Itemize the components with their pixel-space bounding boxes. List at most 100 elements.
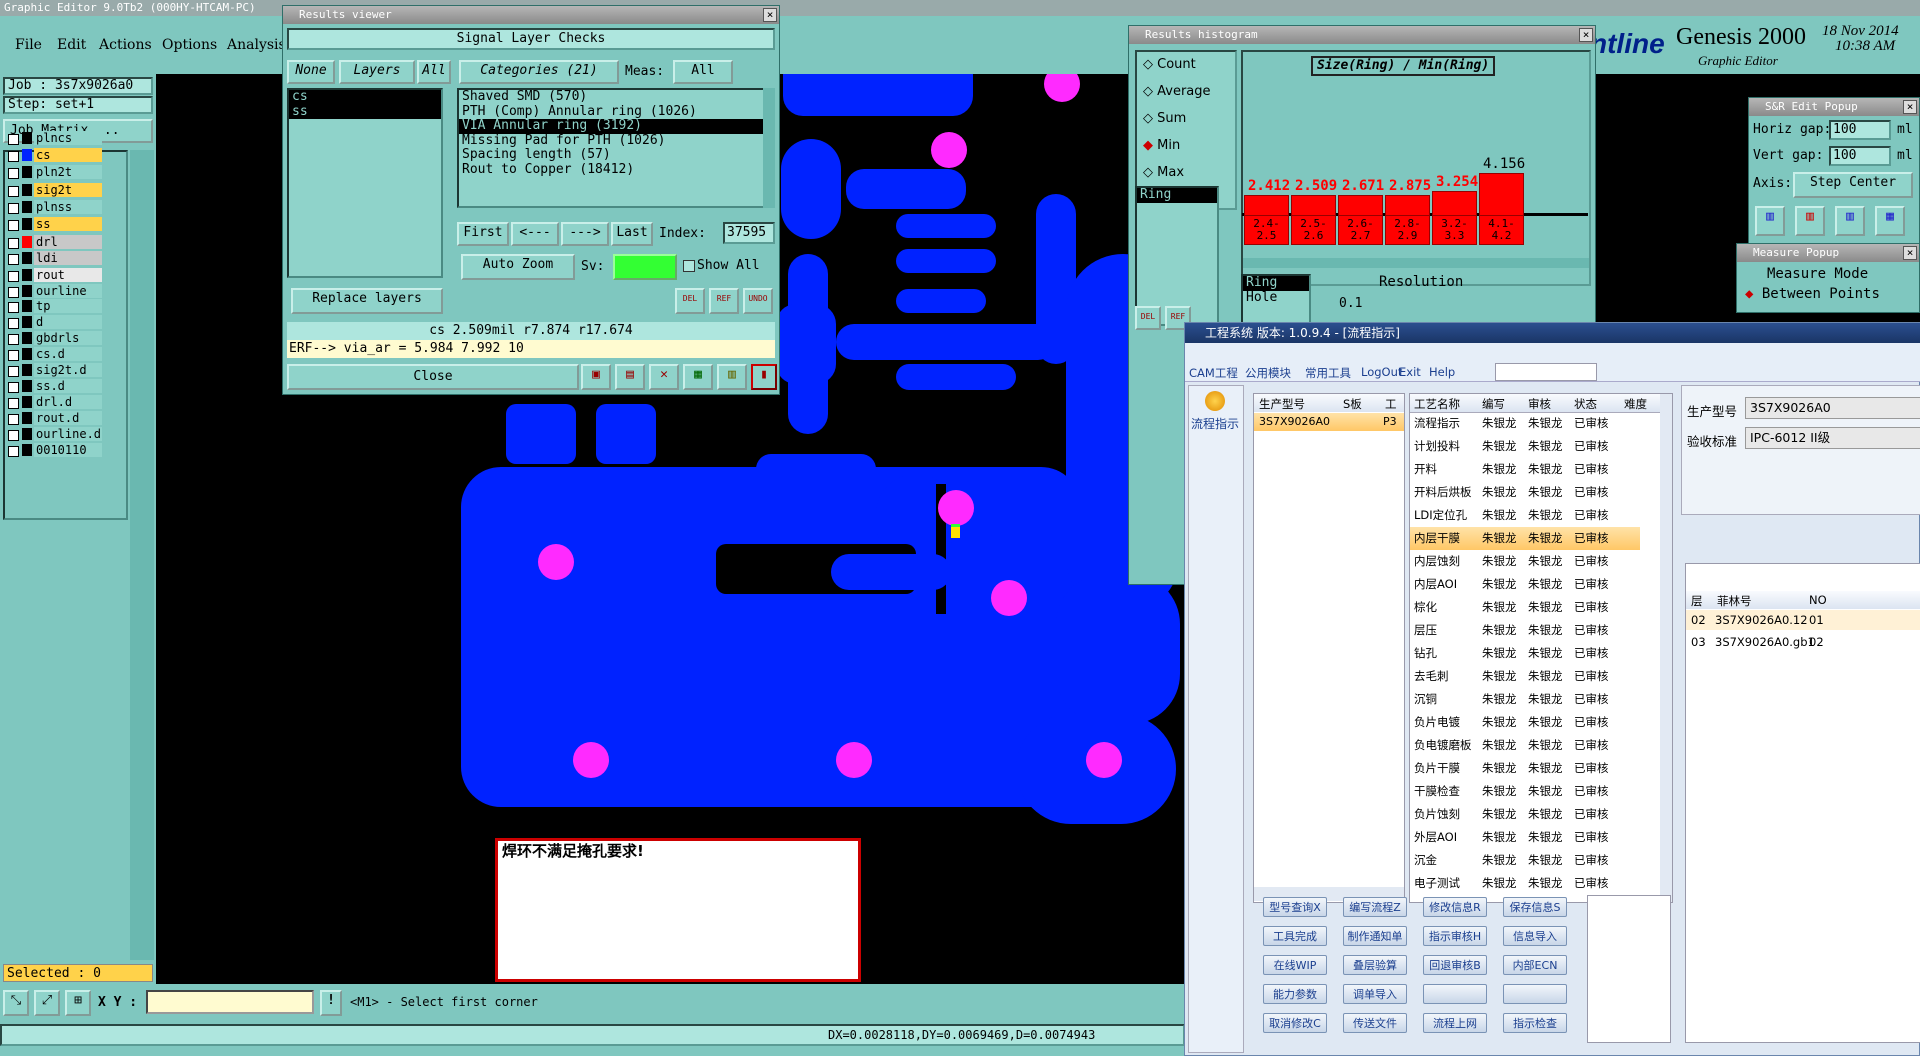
cn-menu-item[interactable]: 公用模块 — [1245, 365, 1291, 381]
layer-color-swatch[interactable] — [22, 252, 32, 264]
prev-button[interactable]: <--- — [511, 222, 559, 246]
layer-color-swatch[interactable] — [22, 184, 32, 196]
list-item[interactable]: Ring — [1243, 276, 1309, 291]
layer-row-ourline.d[interactable]: ourline.d — [6, 427, 102, 442]
sv-color-select[interactable] — [613, 254, 677, 280]
layer-color-swatch[interactable] — [22, 236, 32, 248]
close-icon[interactable]: × — [1903, 246, 1917, 260]
layer-checkbox[interactable] — [8, 302, 19, 313]
menu-options[interactable]: Options — [162, 37, 217, 53]
table-row[interactable]: 负电镀磨板 朱银龙 朱银龙 已审核 — [1410, 734, 1640, 757]
layer-checkbox[interactable] — [8, 287, 19, 298]
layer-color-swatch[interactable] — [22, 218, 32, 230]
layer-checkbox[interactable] — [8, 446, 19, 457]
measure-title-bar[interactable]: Measure Popup × — [1737, 244, 1919, 262]
histogram-title-bar[interactable]: Results histogram × — [1129, 26, 1595, 44]
menu-analysis[interactable]: Analysis — [227, 37, 286, 53]
layer-color-swatch[interactable] — [22, 316, 32, 328]
radio-count[interactable]: ◇ Count — [1143, 57, 1196, 72]
model-field[interactable]: 3S7X9026A0 — [1745, 397, 1920, 419]
layer-checkbox[interactable] — [8, 134, 19, 145]
histogram-icon[interactable]: ▮ — [751, 364, 777, 390]
list-item[interactable]: Missing Pad for PTH (1026) — [459, 133, 769, 149]
table-row[interactable]: 层压 朱银龙 朱银龙 已审核 — [1410, 619, 1640, 642]
table-row[interactable]: 外层AOI 朱银龙 朱银龙 已审核 — [1410, 826, 1640, 849]
table-row[interactable]: 负片干膜 朱银龙 朱银龙 已审核 — [1410, 757, 1640, 780]
layout-icon[interactable]: ▥ — [1795, 206, 1825, 236]
layer-row-pln2t[interactable]: pln2t — [6, 165, 102, 180]
categories-button[interactable]: Categories (21) — [459, 60, 619, 84]
layer-checkbox[interactable] — [8, 350, 19, 361]
layer-color-swatch[interactable] — [22, 348, 32, 360]
layer-row-plncs[interactable]: plncs — [6, 131, 102, 146]
list-item[interactable]: ss — [289, 104, 441, 119]
grid-icon[interactable]: ⊞ — [65, 990, 91, 1016]
del-button[interactable]: DEL — [675, 288, 705, 314]
none-button[interactable]: None — [287, 60, 335, 84]
layer-checkbox[interactable] — [8, 366, 19, 377]
cn-menu-item[interactable]: LogOut — [1361, 365, 1402, 379]
cn-menu-dropdown[interactable] — [1495, 363, 1597, 381]
cn-title-bar[interactable]: 工程系统 版本: 1.0.9.4 - [流程指示] — [1185, 323, 1920, 343]
first-button[interactable]: First — [457, 222, 509, 246]
list-item-selected[interactable]: VIA Annular ring (3192) — [459, 118, 769, 134]
cn-action-button[interactable]: 保存信息S — [1503, 897, 1567, 917]
cn-action-button[interactable]: 指示审核H — [1423, 926, 1487, 946]
cn-action-button[interactable]: 编写流程Z — [1343, 897, 1407, 917]
layer-checkbox[interactable] — [8, 220, 19, 231]
table-row[interactable]: 计划投料 朱银龙 朱银龙 已审核 — [1410, 435, 1640, 458]
layer-row-rout.d[interactable]: rout.d — [6, 411, 102, 426]
cn-action-button[interactable]: 指示检查 — [1503, 1013, 1567, 1033]
cn-action-button[interactable]: 型号查询X — [1263, 897, 1327, 917]
cn-action-button[interactable]: 内部ECN — [1503, 955, 1567, 975]
between-points-radio[interactable]: ◆ Between Points — [1745, 286, 1880, 302]
table-row[interactable]: 内层AOI 朱银龙 朱银龙 已审核 — [1410, 573, 1640, 596]
layout-icon[interactable]: ▥ — [1835, 206, 1865, 236]
cn-action-button[interactable]: 修改信息R — [1423, 897, 1487, 917]
layer-color-swatch[interactable] — [22, 396, 32, 408]
cn-action-button[interactable]: 工具完成 — [1263, 926, 1327, 946]
layer-checkbox[interactable] — [8, 271, 19, 282]
table-row[interactable]: 开料后烘板 朱银龙 朱银龙 已审核 — [1410, 481, 1640, 504]
table-row[interactable]: 干膜检查 朱银龙 朱银龙 已审核 — [1410, 780, 1640, 803]
layer-checkbox[interactable] — [8, 186, 19, 197]
layer-checkbox[interactable] — [8, 238, 19, 249]
layer-row-cs.d[interactable]: cs.d — [6, 347, 102, 362]
cn-action-button[interactable]: 在线WIP — [1263, 955, 1327, 975]
cn-action-button[interactable]: 信息导入 — [1503, 926, 1567, 946]
layer-checkbox[interactable] — [8, 254, 19, 265]
cn-action-button[interactable] — [1503, 984, 1567, 1004]
cn-action-button[interactable]: 能力参数 — [1263, 984, 1327, 1004]
hist-del-button[interactable]: DEL — [1135, 306, 1161, 330]
tool-icon[interactable]: ▣ — [581, 364, 611, 390]
layer-color-swatch[interactable] — [22, 428, 32, 440]
layer-row-ourline[interactable]: ourline — [6, 284, 102, 299]
layers-button[interactable]: Layers — [339, 60, 415, 84]
cn-action-button[interactable]: 取消修改C — [1263, 1013, 1327, 1033]
attribute-list[interactable]: Ring — [1135, 186, 1219, 326]
cn-action-button[interactable]: 流程上网 — [1423, 1013, 1487, 1033]
table-row[interactable]: 钻孔 朱银龙 朱银龙 已审核 — [1410, 642, 1640, 665]
cn-action-button[interactable]: 叠层验算 — [1343, 955, 1407, 975]
layer-row-d[interactable]: d — [6, 315, 102, 330]
table-row[interactable]: 去毛刺 朱银龙 朱银龙 已审核 — [1410, 665, 1640, 688]
layer-results-list[interactable]: cs ss — [287, 88, 443, 278]
table-row[interactable]: 流程指示 朱银龙 朱银龙 已审核 — [1410, 412, 1640, 435]
table-row[interactable]: 负片蚀刻 朱银龙 朱银龙 已审核 — [1410, 803, 1640, 826]
list-item[interactable]: Ring — [1137, 188, 1217, 203]
menu-edit[interactable]: Edit — [57, 37, 86, 53]
axis-select[interactable]: Step Center — [1793, 172, 1913, 198]
cn-menu-item[interactable]: CAM工程 — [1189, 365, 1238, 381]
resolution-value[interactable]: 0.1 — [1339, 296, 1362, 311]
layer-checkbox[interactable] — [8, 334, 19, 345]
replace-layers-select[interactable]: Replace layers — [291, 288, 443, 314]
tool-icon[interactable]: ▤ — [615, 364, 645, 390]
layer-row-ss[interactable]: ss — [6, 217, 102, 232]
list-item[interactable]: cs — [289, 90, 441, 105]
layer-row-cs[interactable]: cs — [6, 148, 102, 163]
layer-row-tp[interactable]: tp — [6, 299, 102, 314]
table-row[interactable]: LDI定位孔 朱银龙 朱银龙 已审核 — [1410, 504, 1640, 527]
layer-checkbox[interactable] — [8, 382, 19, 393]
close-button[interactable]: Close — [287, 364, 579, 390]
zoom-icon[interactable]: ⤡ — [3, 990, 29, 1016]
